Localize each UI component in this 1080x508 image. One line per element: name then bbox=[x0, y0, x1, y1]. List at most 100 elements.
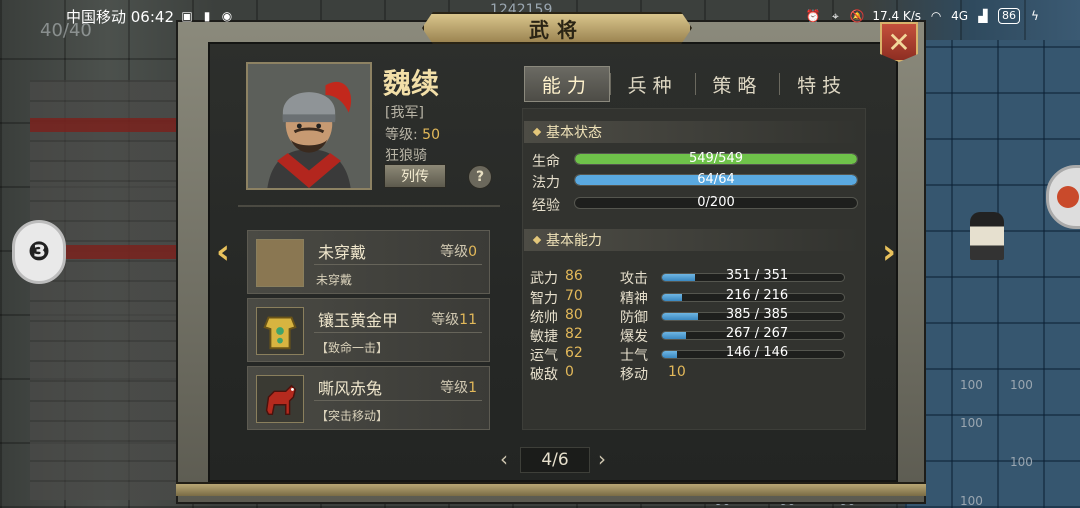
combat-stat-value: 216 / 216 bbox=[725, 288, 789, 303]
equipment-effect: 未穿戴 bbox=[316, 273, 353, 287]
signal-type: 4G bbox=[951, 9, 968, 23]
equipment-level: 等级11 bbox=[431, 309, 477, 329]
attribute-name: 智力 bbox=[530, 291, 558, 307]
golden-armor-icon bbox=[256, 307, 304, 355]
empty-slot-icon bbox=[256, 239, 304, 287]
map-grid bbox=[905, 40, 1080, 508]
divider bbox=[238, 205, 500, 207]
signal-icon: ▟ bbox=[978, 9, 988, 23]
section-title: 基本能力 bbox=[546, 233, 602, 249]
equipment-level-label: 等级 bbox=[431, 312, 460, 328]
attribute-value: 70 bbox=[565, 288, 583, 304]
weibo-icon: ◉ bbox=[221, 9, 233, 23]
equipment-level-label: 等级 bbox=[440, 380, 469, 396]
hero-portrait bbox=[246, 62, 372, 190]
battery-level: 86 bbox=[998, 8, 1020, 24]
wifi-icon: ◠ bbox=[930, 9, 942, 23]
attribute-name: 运气 bbox=[530, 348, 558, 364]
hero-level-value: 50 bbox=[422, 127, 440, 143]
diamond-icon bbox=[532, 127, 542, 137]
divider bbox=[314, 400, 482, 401]
page-prev-arrow[interactable]: ‹ bbox=[500, 447, 508, 471]
equipment-name: 未穿戴 bbox=[318, 243, 367, 262]
combat-stat-value: 146 / 146 bbox=[725, 345, 789, 360]
grid-number: 100 bbox=[1010, 378, 1033, 392]
hero-name: 魏续 bbox=[383, 67, 440, 100]
equipment-level: 等级1 bbox=[440, 377, 477, 397]
grid-number: 100 bbox=[1010, 455, 1033, 469]
tab-troops[interactable]: 兵种 bbox=[611, 66, 695, 102]
exp-label: 经验 bbox=[532, 198, 560, 214]
hero-unit-type: 狂狼骑 bbox=[385, 148, 427, 164]
combat-stat-value: 385 / 385 bbox=[725, 307, 789, 322]
section-basic-status: 基本状态 bbox=[524, 121, 860, 143]
panel-bottom-trim bbox=[176, 482, 926, 496]
combat-stat-bar-fill bbox=[662, 332, 686, 339]
sim-icon: ▮ bbox=[203, 9, 211, 23]
help-button[interactable]: ? bbox=[468, 165, 492, 189]
combat-stat-value: 267 / 267 bbox=[725, 326, 789, 341]
hero-level: 等级: 50 bbox=[385, 124, 440, 144]
combat-stat-bar-fill bbox=[662, 313, 699, 320]
equipment-level: 等级0 bbox=[440, 241, 477, 261]
combat-stat-bar-fill bbox=[662, 351, 677, 358]
equipment-slot-armor[interactable]: 镶玉黄金甲 等级11 【致命一击】 bbox=[247, 298, 490, 362]
combat-stat-value: 351 / 351 bbox=[725, 268, 789, 283]
equipment-effect: 【致命一击】 bbox=[316, 341, 389, 355]
prev-hero-arrow[interactable]: ‹ bbox=[210, 232, 236, 272]
combat-stat-name: 爆发 bbox=[620, 329, 648, 345]
diamond-icon bbox=[532, 235, 542, 245]
equipment-slot-mount[interactable]: 嘶风赤兔 等级1 【突击移动】 bbox=[247, 366, 490, 430]
charging-icon: ϟ bbox=[1031, 9, 1039, 23]
equipment-name: 嘶风赤兔 bbox=[318, 379, 383, 398]
carrier-time: 中国移动 06:42 bbox=[66, 7, 174, 26]
divider bbox=[314, 332, 482, 333]
attribute-value: 82 bbox=[565, 326, 583, 342]
page-next-arrow[interactable]: › bbox=[598, 447, 606, 471]
net-speed: 17.4 K/s bbox=[872, 9, 922, 23]
tab-bar: 能力 兵种 策略 特技 bbox=[524, 66, 864, 102]
page-indicator: 4/6 bbox=[520, 447, 590, 473]
attribute-name: 敏捷 bbox=[530, 329, 558, 345]
mute-icon: 🔕 bbox=[849, 9, 865, 23]
equipment-level-value: 0 bbox=[468, 244, 477, 260]
combat-stat-name: 防御 bbox=[620, 310, 648, 326]
attribute-value: 86 bbox=[565, 268, 583, 284]
equipment-slot-accessory[interactable]: 未穿戴 等级0 未穿戴 bbox=[247, 230, 490, 294]
combat-stat-bar-fill bbox=[662, 274, 695, 281]
section-basic-ability: 基本能力 bbox=[524, 229, 860, 251]
attribute-value: 80 bbox=[565, 307, 583, 323]
section-title: 基本状态 bbox=[546, 125, 602, 141]
combat-stat-name: 攻击 bbox=[620, 271, 648, 287]
divider bbox=[314, 264, 482, 265]
attribute-name: 统帅 bbox=[530, 310, 558, 326]
grid-number: 100 bbox=[960, 494, 983, 508]
combat-stat-bar-fill bbox=[662, 294, 683, 301]
status-bar: 中国移动 06:42 ▣ ▮ ◉ ⏰ ⌖ 🔕 17.4 K/s ◠ 4G ▟ 8… bbox=[0, 0, 1080, 32]
tab-strategy[interactable]: 策略 bbox=[696, 66, 780, 102]
location-icon: ⌖ bbox=[831, 8, 839, 23]
grid-number: 100 bbox=[960, 416, 983, 430]
combat-stat-name: 精神 bbox=[620, 291, 648, 307]
tab-skills[interactable]: 特技 bbox=[780, 66, 864, 102]
tab-ability[interactable]: 能力 bbox=[524, 66, 610, 102]
mp-label: 法力 bbox=[532, 175, 560, 191]
combat-stat-name: 士气 bbox=[620, 348, 648, 364]
equipment-effect: 【突击移动】 bbox=[316, 409, 389, 423]
hp-value: 549/549 bbox=[688, 151, 743, 166]
grid-number: 100 bbox=[960, 378, 983, 392]
equipment-level-label: 等级 bbox=[440, 244, 469, 260]
equipment-level-value: 1 bbox=[468, 380, 477, 396]
notification-icon: ▣ bbox=[181, 9, 193, 23]
equipment-name: 镶玉黄金甲 bbox=[318, 311, 399, 330]
side-menu-button[interactable]: ❸ bbox=[12, 220, 66, 284]
biography-button[interactable]: 列传 bbox=[384, 164, 446, 188]
attribute-value: 62 bbox=[565, 345, 583, 361]
attribute-value: 0 bbox=[565, 364, 574, 380]
mp-value: 64/64 bbox=[697, 172, 735, 187]
map-unit-sprite[interactable] bbox=[970, 212, 1004, 260]
stat-value-move: 10 bbox=[668, 364, 686, 380]
alarm-icon: ⏰ bbox=[805, 9, 821, 23]
attribute-name: 武力 bbox=[530, 271, 558, 287]
next-hero-arrow[interactable]: › bbox=[876, 232, 902, 272]
